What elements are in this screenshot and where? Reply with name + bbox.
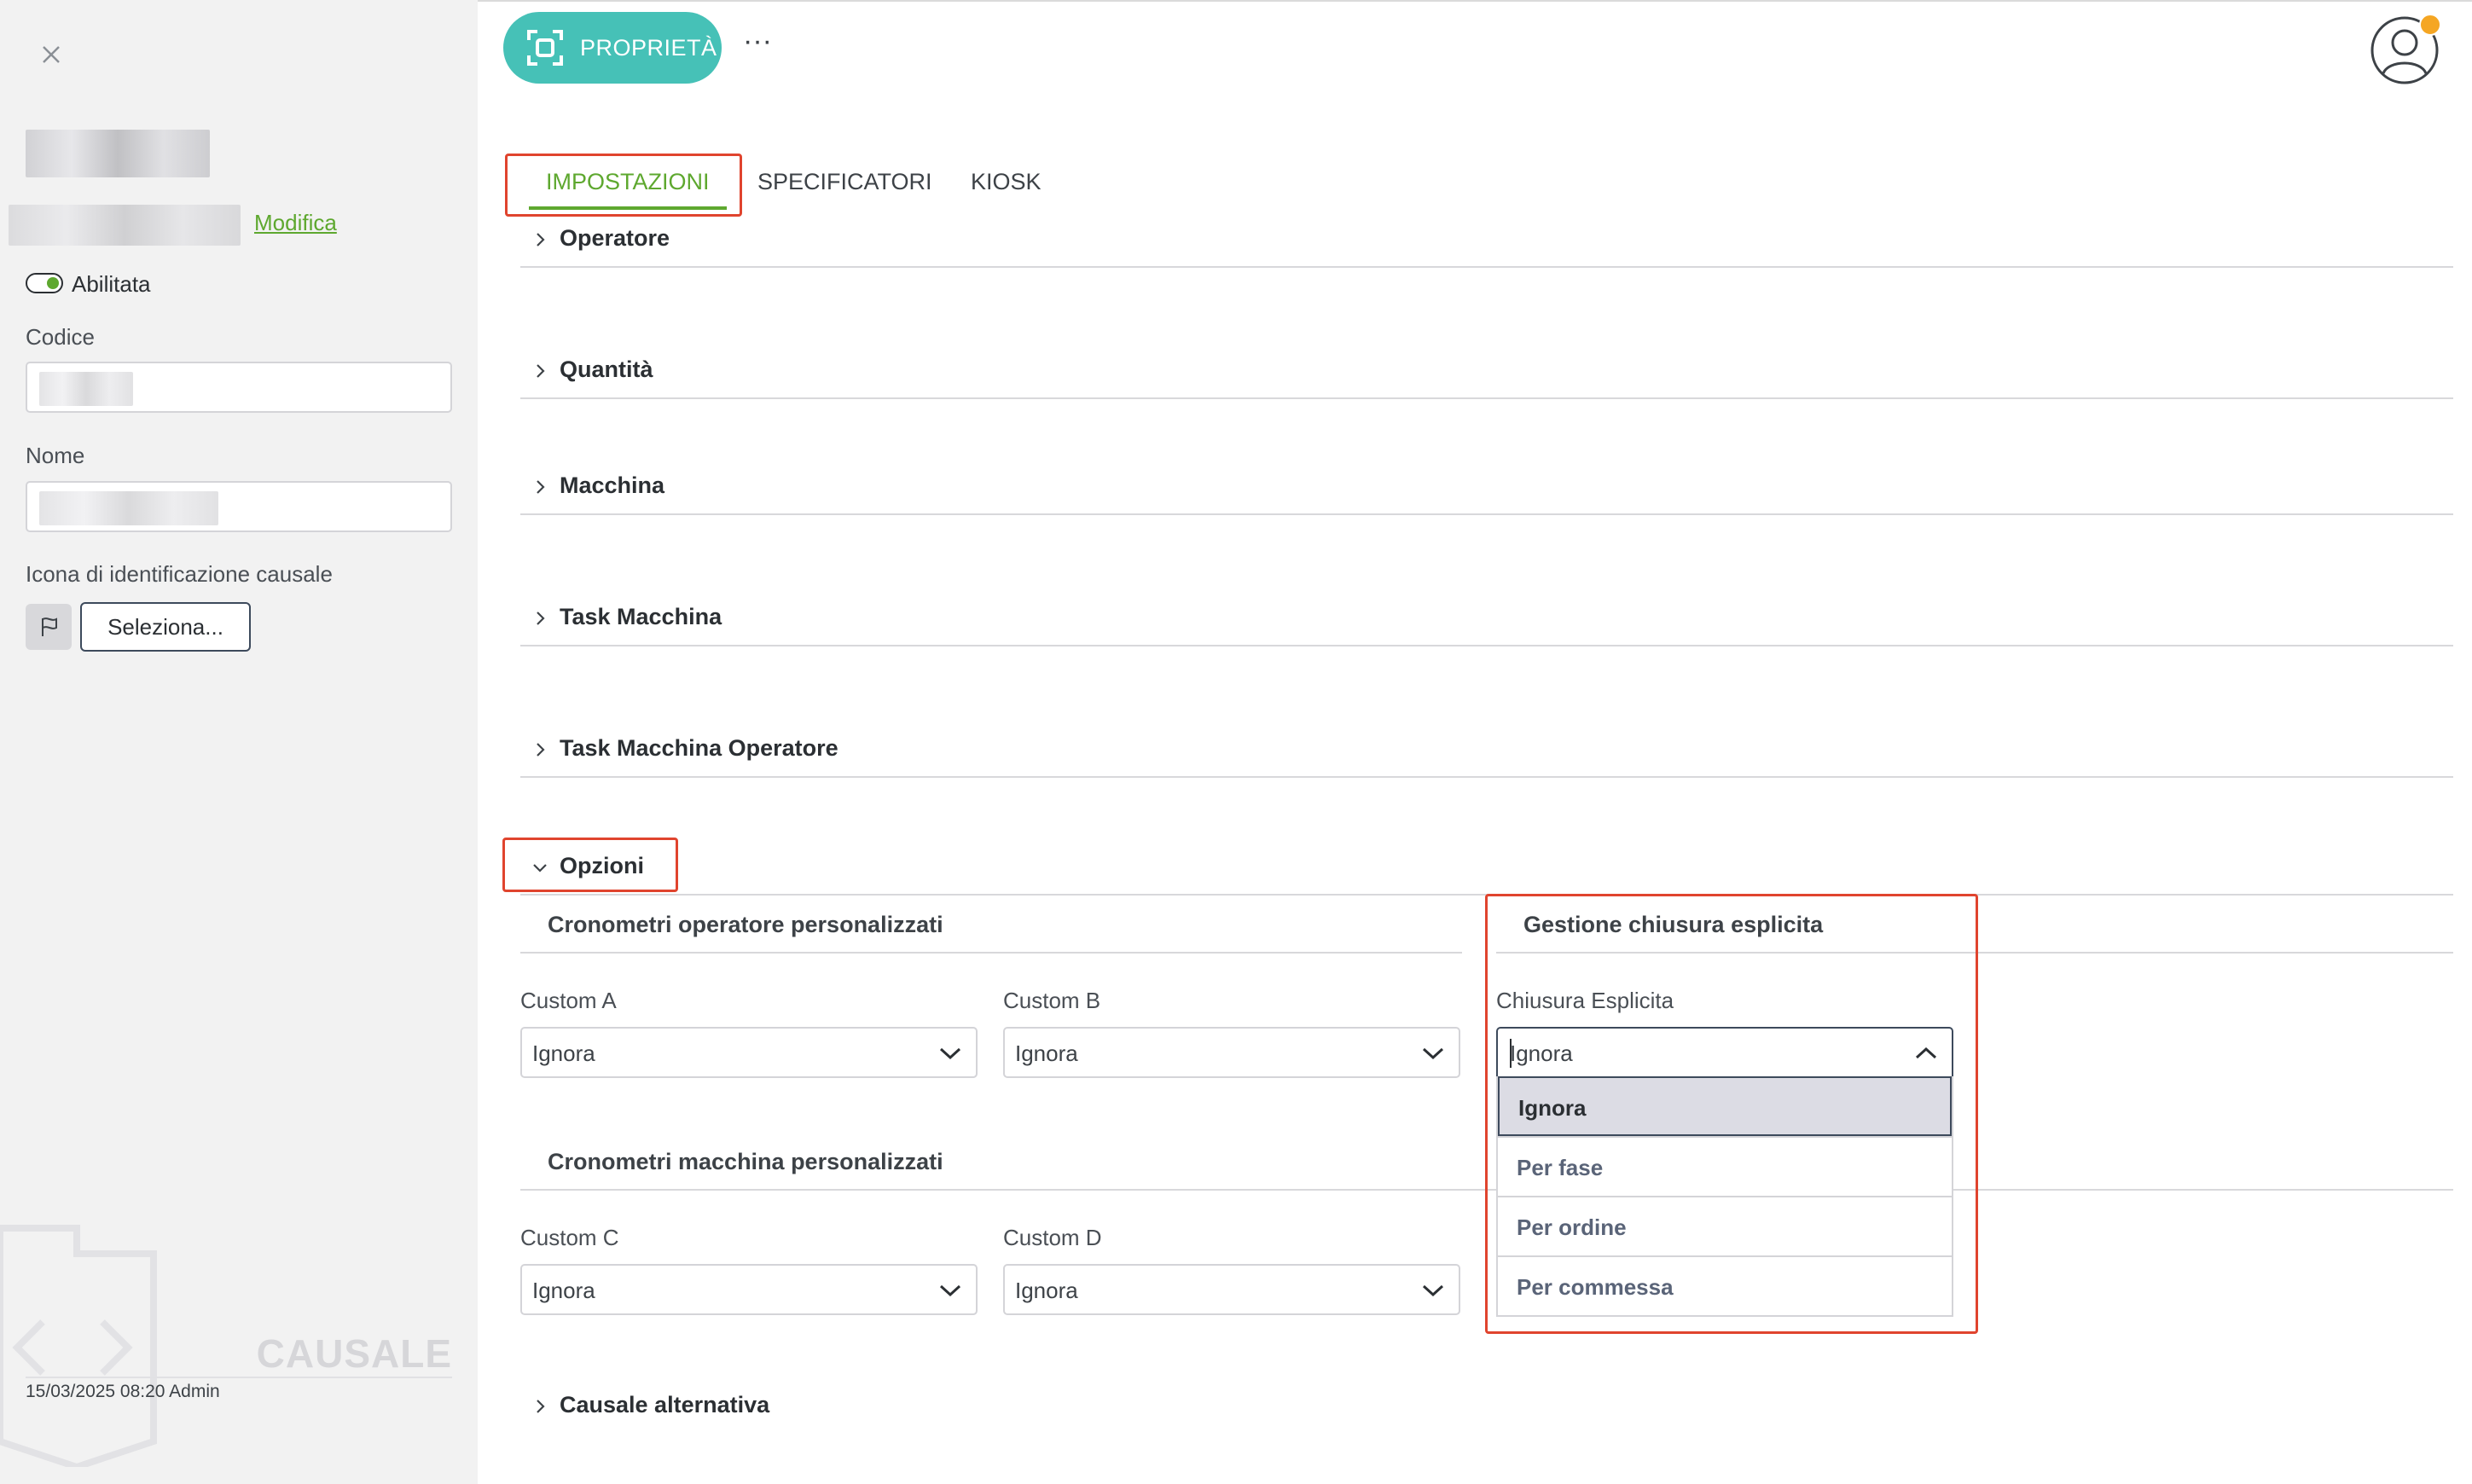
modifica-link[interactable]: Modifica: [254, 210, 337, 236]
section-title: Macchina: [560, 472, 665, 498]
select-value: Ignora: [532, 1041, 595, 1066]
close-icon: [43, 46, 60, 63]
nome-input[interactable]: [26, 481, 452, 532]
highlight-box-gestione: [1485, 894, 1978, 1334]
section-title: Causale alternativa: [560, 1392, 770, 1417]
select-value: Ignora: [1015, 1041, 1078, 1066]
chevron-down-icon: [939, 1284, 961, 1297]
document-code-icon: [0, 1225, 157, 1467]
abilitata-label: Abilitata: [72, 271, 151, 297]
chevron-right-icon: [537, 743, 545, 756]
flag-icon: [42, 617, 57, 636]
cron-operatore-title: Cronometri operatore personalizzati: [548, 912, 943, 937]
custom-a-label: Custom A: [520, 988, 617, 1013]
cron-macchina-title: Cronometri macchina personalizzati: [548, 1149, 943, 1174]
section-title: Task Macchina: [560, 604, 722, 629]
custom-c-select[interactable]: Ignora: [520, 1264, 978, 1315]
section-divider: [520, 776, 2453, 778]
top-border: [478, 0, 2472, 2]
nome-label: Nome: [26, 443, 85, 468]
group-divider: [520, 952, 1462, 954]
chevron-right-icon: [537, 364, 545, 378]
chevron-right-icon: [537, 233, 545, 246]
section-divider: [520, 645, 2453, 646]
section-divider: [520, 266, 2453, 268]
codice-label: Codice: [26, 324, 95, 350]
icona-label: Icona di identificazione causale: [26, 561, 333, 587]
section-title: Task Macchina Operatore: [560, 735, 839, 761]
custom-c-label: Custom C: [520, 1225, 619, 1250]
focus-frame-icon: [527, 30, 563, 66]
chevron-down-icon: [939, 1047, 961, 1060]
section-divider: [520, 513, 2453, 515]
abilitata-toggle[interactable]: [26, 273, 63, 293]
redacted-title: [26, 130, 210, 177]
chevron-down-icon: [1422, 1047, 1444, 1060]
tab-specificatori[interactable]: SPECIFICATORI: [757, 169, 932, 195]
chevron-down-icon: [1422, 1284, 1444, 1297]
causale-watermark: CAUSALE: [256, 1331, 452, 1376]
highlight-box-opzioni: [502, 838, 678, 892]
highlight-box-tab: [505, 154, 742, 217]
custom-a-select[interactable]: Ignora: [520, 1027, 978, 1078]
close-button[interactable]: [36, 39, 67, 70]
detail-sidebar: Modifica Abilitata Codice Nome Icona di …: [0, 0, 478, 1484]
footer-divider: [26, 1377, 452, 1378]
chevron-right-icon: [537, 480, 545, 494]
notification-badge: [2419, 14, 2441, 36]
more-options-button[interactable]: ···: [740, 26, 775, 65]
footer-meta: 15/03/2025 08:20 Admin: [26, 1382, 220, 1401]
redacted-subtitle: [9, 205, 241, 246]
icon-preview: [26, 604, 72, 650]
section-title: Quantità: [560, 357, 653, 382]
custom-b-select[interactable]: Ignora: [1003, 1027, 1460, 1078]
chevron-right-icon: [537, 1400, 545, 1413]
user-avatar[interactable]: [2370, 14, 2441, 85]
tab-kiosk[interactable]: KIOSK: [971, 169, 1042, 195]
proprieta-button[interactable]: PROPRIETÀ: [503, 12, 722, 84]
custom-b-label: Custom B: [1003, 988, 1101, 1013]
custom-d-label: Custom D: [1003, 1225, 1102, 1250]
proprieta-label: PROPRIETÀ: [580, 34, 717, 61]
seleziona-button[interactable]: Seleziona...: [80, 602, 251, 652]
select-value: Ignora: [1015, 1278, 1078, 1303]
codice-input[interactable]: [26, 362, 452, 413]
select-value: Ignora: [532, 1278, 595, 1303]
chevron-right-icon: [537, 612, 545, 625]
section-divider: [520, 397, 2453, 399]
section-title: Operatore: [560, 225, 670, 251]
custom-d-select[interactable]: Ignora: [1003, 1264, 1460, 1315]
